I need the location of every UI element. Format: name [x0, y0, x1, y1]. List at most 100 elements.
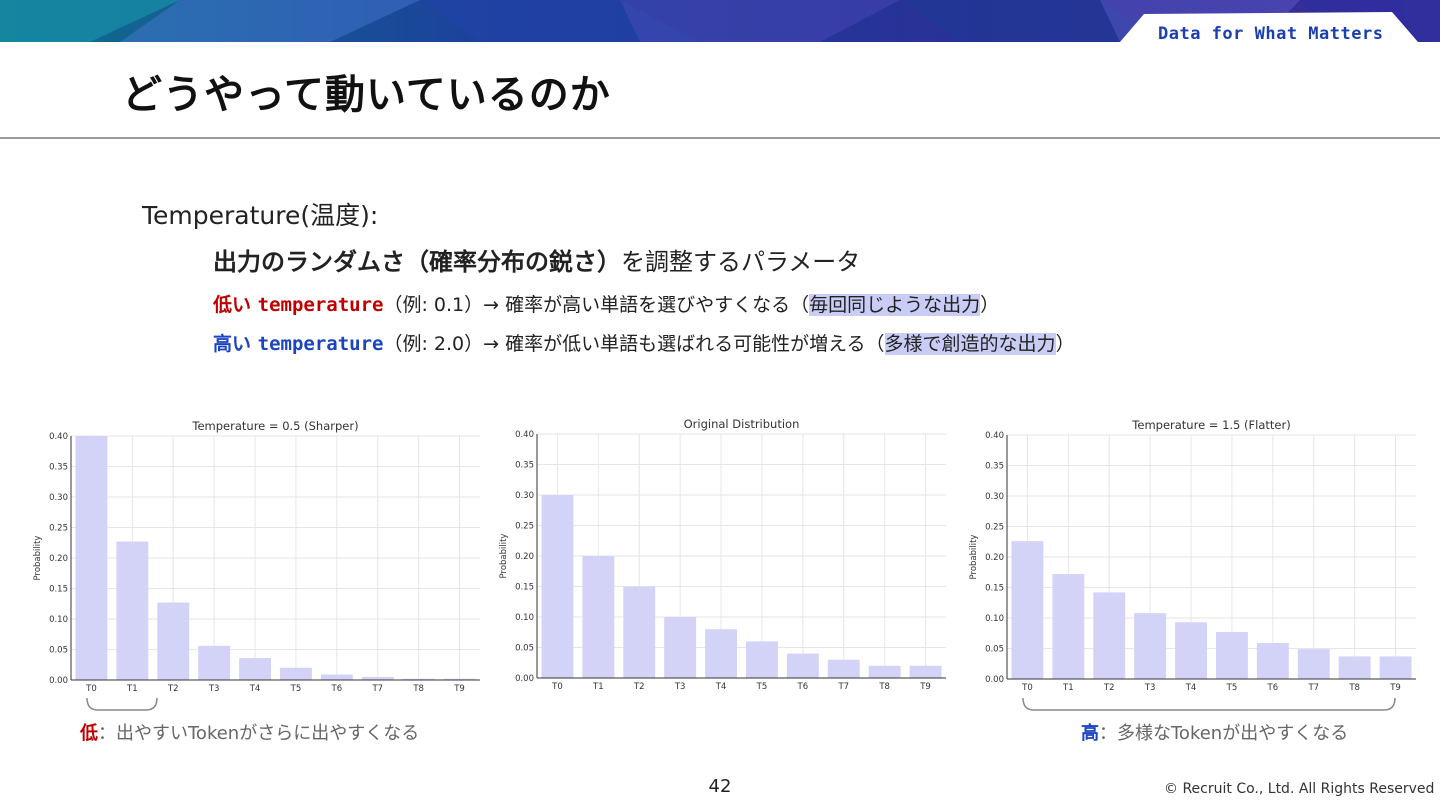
- bar-T1: [116, 541, 149, 680]
- y-axis-label: Probability: [969, 535, 979, 580]
- low-note-text: ：出やすいTokenがさらに出やすくなる: [98, 723, 420, 744]
- x-tick-label: T7: [1307, 683, 1319, 691]
- tagline: Data for What Matters: [1158, 24, 1384, 42]
- bar-T0: [541, 495, 574, 678]
- y-tick-label: 0.05: [49, 646, 68, 656]
- y-tick-label: 0.35: [49, 463, 68, 473]
- bar-T0: [1011, 541, 1044, 679]
- bar-T9: [909, 665, 942, 678]
- x-tick-label: T1: [1062, 683, 1074, 691]
- x-tick-label: T0: [551, 682, 563, 690]
- y-tick-label: 0.05: [515, 644, 534, 654]
- x-tick-label: T1: [126, 684, 138, 692]
- bar-T9: [1379, 656, 1412, 679]
- x-tick-label: T5: [290, 684, 302, 692]
- y-tick-label: 0.20: [985, 553, 1004, 563]
- low-brace: [86, 697, 158, 711]
- bar-T4: [1175, 622, 1208, 679]
- y-tick-label: 0.15: [515, 583, 534, 593]
- definition-bold: 出力のランダムさ（確率分布の鋭さ）: [213, 248, 621, 276]
- y-tick-label: 0.35: [985, 462, 1004, 472]
- x-tick-label: T2: [167, 684, 179, 692]
- high-brace: [1022, 697, 1396, 711]
- bar-T0: [75, 436, 108, 680]
- y-tick-label: 0.40: [515, 430, 534, 440]
- y-tick-label: 0.20: [515, 552, 534, 562]
- x-tick-label: T3: [208, 684, 220, 692]
- x-tick-label: T4: [715, 682, 727, 690]
- x-tick-label: T8: [1348, 683, 1360, 691]
- page-title: どうやって動いているのか: [122, 72, 611, 118]
- chart-sharper: Temperature = 0.5 (Sharper) 0.00 0.05 0.10 0…: [33, 419, 480, 692]
- y-tick-label: 0.10: [49, 615, 68, 625]
- bar-T6: [320, 674, 353, 680]
- high-description: （例: 2.0）→ 確率が低い単語も選ばれる可能性が増える（: [383, 333, 885, 355]
- x-tick-label: T9: [453, 684, 465, 692]
- y-tick-label: 0.15: [49, 585, 68, 595]
- y-tick-label: 0.25: [515, 522, 534, 532]
- low-temperature-line: 低い temperature（例: 0.1）→ 確率が高い単語を選びやすくなる（…: [213, 290, 999, 317]
- x-tick-label: T1: [592, 682, 604, 690]
- bar-T3: [198, 645, 231, 680]
- y-tick-label: 0.40: [985, 431, 1004, 441]
- bar-T5: [1215, 632, 1248, 679]
- y-tick-label: 0.25: [985, 523, 1004, 533]
- x-tick-label: T5: [756, 682, 768, 690]
- bar-T7: [827, 659, 860, 678]
- x-tick-label: T7: [837, 682, 849, 690]
- temperature-heading: Temperature(温度):: [142, 201, 379, 230]
- chart-title: Temperature = 0.5 (Sharper): [191, 419, 358, 433]
- y-tick-label: 0.15: [985, 584, 1004, 594]
- x-tick-label: T0: [85, 684, 97, 692]
- x-tick-label: T3: [1144, 683, 1156, 691]
- x-tick-label: T6: [331, 684, 343, 692]
- high-keyword: 高い temperature: [213, 333, 383, 355]
- header-banner: Data for What Matters: [0, 0, 1440, 42]
- high-close: ）: [1055, 333, 1075, 355]
- bar-T1: [582, 556, 615, 678]
- bar-T4: [705, 629, 738, 678]
- low-note-key: 低: [80, 723, 98, 744]
- x-tick-label: T5: [1226, 683, 1238, 691]
- y-tick-label: 0.00: [985, 675, 1004, 685]
- y-tick-label: 0.25: [49, 524, 68, 534]
- y-tick-label: 0.10: [515, 613, 534, 623]
- bar-T3: [664, 617, 697, 678]
- bar-T8: [868, 665, 901, 678]
- high-highlight: 多様で創造的な出力: [884, 333, 1056, 355]
- y-axis-label: Probability: [499, 534, 509, 579]
- bar-T6: [1256, 643, 1289, 679]
- low-highlight: 毎回同じような出力: [809, 294, 981, 316]
- x-tick-label: T0: [1021, 683, 1033, 691]
- bar-T2: [157, 602, 190, 680]
- y-tick-label: 0.10: [985, 614, 1004, 624]
- chart-title: Temperature = 1.5 (Flatter): [1131, 418, 1290, 432]
- x-tick-label: T9: [919, 682, 931, 690]
- y-tick-label: 0.30: [985, 492, 1004, 502]
- bar-T3: [1134, 613, 1167, 679]
- low-keyword-jp: 低い: [213, 294, 252, 316]
- copyright: © Recruit Co., Ltd. All Rights Reserved: [1164, 781, 1435, 797]
- y-tick-label: 0.30: [515, 491, 534, 501]
- x-tick-label: T2: [1103, 683, 1115, 691]
- y-tick-label: 0.40: [49, 432, 68, 442]
- high-note-text: ：多様なTokenが出やすくなる: [1099, 723, 1349, 744]
- title-divider: [0, 137, 1440, 139]
- x-tick-label: T8: [412, 684, 424, 692]
- x-tick-label: T6: [797, 682, 809, 690]
- y-tick-label: 0.30: [49, 493, 68, 503]
- high-temperature-line: 高い temperature（例: 2.0）→ 確率が低い単語も選ばれる可能性が…: [213, 329, 1075, 356]
- y-tick-label: 0.05: [985, 645, 1004, 655]
- low-description: （例: 0.1）→ 確率が高い単語を選びやすくなる（: [383, 294, 810, 316]
- y-tick-label: 0.00: [49, 676, 68, 686]
- x-tick-label: T4: [1185, 683, 1197, 691]
- temperature-definition: 出力のランダムさ（確率分布の鋭さ）を調整するパラメータ: [213, 242, 860, 277]
- page-number: 42: [708, 776, 732, 797]
- y-tick-label: 0.20: [49, 554, 68, 564]
- x-tick-label: T4: [249, 684, 261, 692]
- bar-T6: [786, 653, 819, 678]
- bar-T2: [1093, 592, 1126, 679]
- bar-T7: [1297, 649, 1330, 679]
- x-tick-label: T9: [1389, 683, 1401, 691]
- high-note: 高：多様なTokenが出やすくなる: [1081, 719, 1348, 745]
